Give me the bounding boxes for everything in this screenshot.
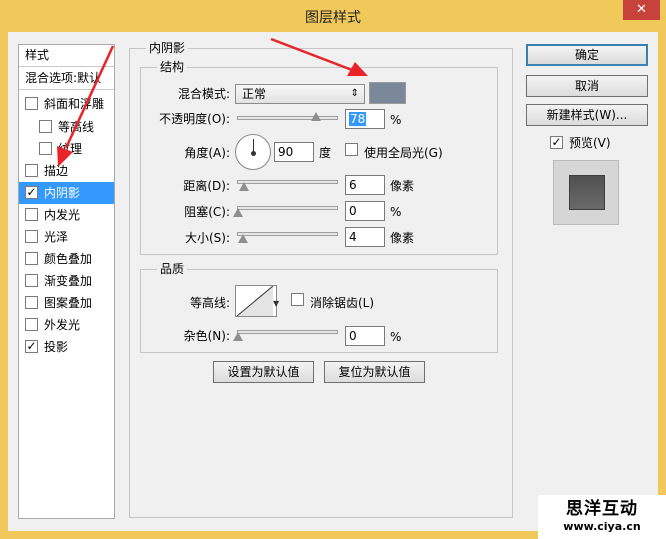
- annotation-arrow-to-inner-shadow: [57, 45, 115, 167]
- watermark-brand: 思洋互动: [566, 499, 638, 519]
- watermark: 思洋互动 www.ciya.cn: [538, 495, 666, 539]
- annotation-arrow-to-swatch: [270, 37, 368, 76]
- annotation-arrows: [57, 37, 368, 167]
- watermark-url: www.ciya.cn: [563, 520, 641, 533]
